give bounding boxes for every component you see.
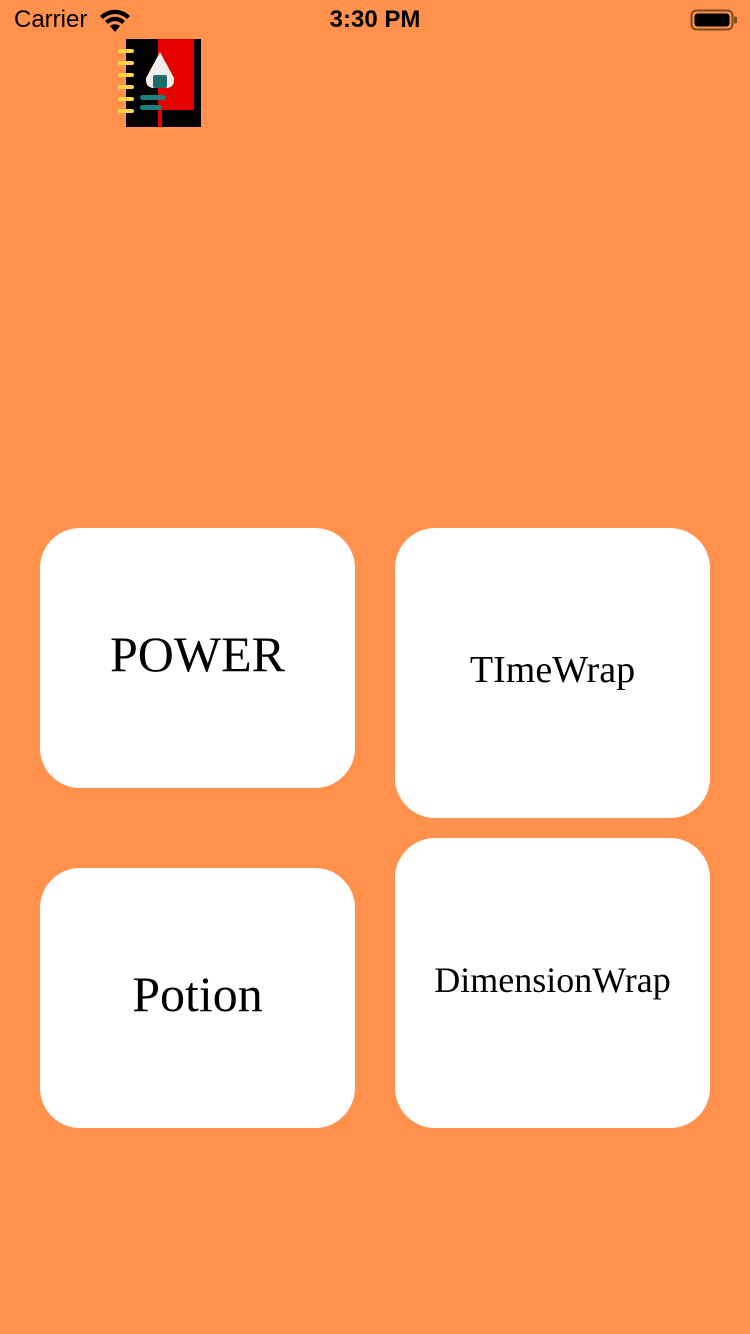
potion-button[interactable]: Potion: [40, 868, 355, 1128]
timewrap-label: TImeWrap: [469, 649, 636, 691]
dimensionwrap-label: DimensionWrap: [434, 960, 671, 1000]
timewrap-button[interactable]: TImeWrap: [395, 528, 710, 818]
dimensionwrap-button[interactable]: DimensionWrap: [395, 838, 710, 1128]
power-label: POWER: [110, 626, 285, 682]
battery-icon: [690, 8, 738, 37]
power-button[interactable]: POWER: [40, 528, 355, 788]
status-time: 3:30 PM: [329, 6, 421, 33]
potion-label: Potion: [132, 966, 263, 1022]
status-bar: Carrier 3:30 PM: [0, 0, 750, 40]
app-logo-icon: [116, 38, 204, 128]
